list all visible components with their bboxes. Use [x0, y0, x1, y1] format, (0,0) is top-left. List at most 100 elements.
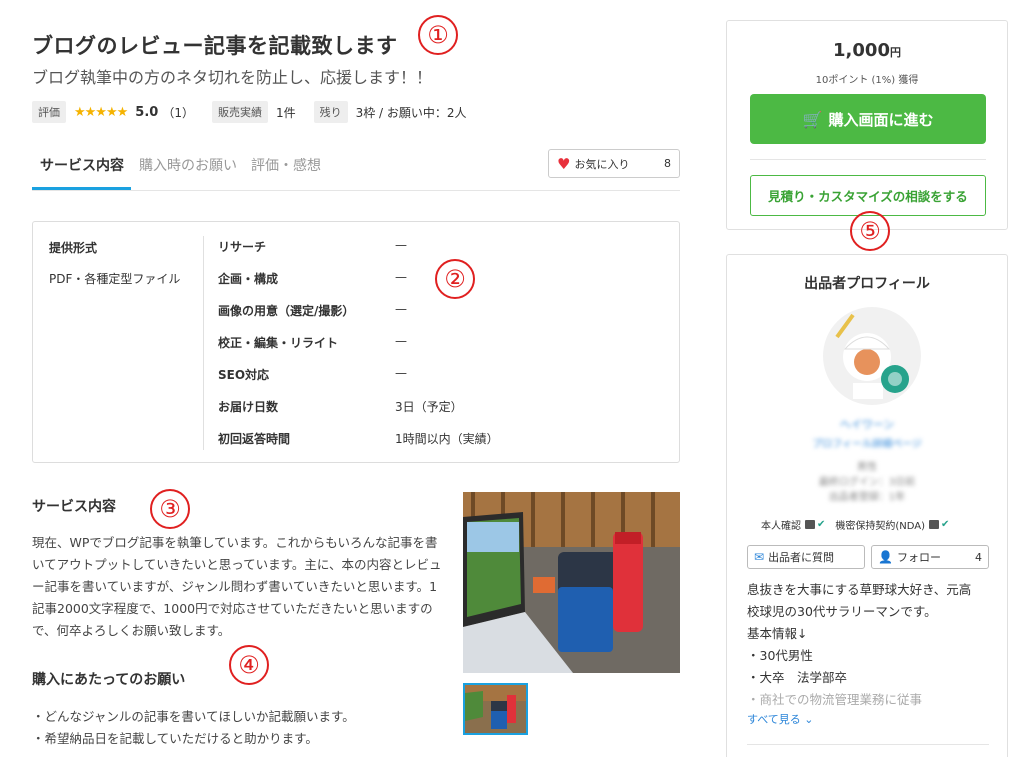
mail-icon: ✉: [754, 550, 765, 564]
ask-seller-button[interactable]: ✉ 出品者に質問: [747, 545, 865, 569]
chevron-down-icon: ⌄: [804, 713, 814, 726]
service-subtitle: ブログ執筆中の方のネタ切れを防止し、応援します！！: [32, 68, 433, 87]
tab-reviews[interactable]: 評価・感想: [251, 155, 321, 175]
favorite-button[interactable]: ♥ お気に入り 8: [548, 149, 680, 178]
service-image-thumbnail[interactable]: [463, 683, 528, 735]
tab-purchase-request[interactable]: 購入時のお願い: [139, 155, 237, 175]
buy-button[interactable]: 🛒 購入画面に進む: [750, 94, 986, 144]
spec-key: 初回返答時間: [218, 432, 291, 446]
seller-info-blurred: 男性: [857, 462, 877, 473]
bio-line: ・30代男性: [747, 648, 813, 663]
spec-key: お届け日数: [218, 400, 279, 414]
bio-line: ・商社での物流管理業務に従事: [747, 692, 923, 707]
price-value: 1,000: [833, 40, 890, 61]
seller-info-blurred: 出品者登録：1年: [828, 492, 906, 503]
purchase-panel: 1,000円 10ポイント (1%) 獲得 🛒 購入画面に進む 見積り・カスタマ…: [726, 20, 1008, 230]
seller-rank-blurred[interactable]: プロフィール詳細ページ: [727, 435, 1007, 450]
spec-row: リサーチ —: [218, 238, 407, 255]
tab-bar: サービス内容 購入時のお願い 評価・感想 ♥ お気に入り 8: [32, 145, 680, 191]
sales-value: 1件: [275, 105, 296, 120]
tab-service-content[interactable]: サービス内容: [40, 155, 124, 175]
list-item: ・希望納品日を記載していただけると助かります。: [32, 731, 318, 746]
spec-row: 企画・構成 —: [218, 270, 407, 287]
spec-value: —: [395, 366, 407, 380]
document-icon: [929, 520, 940, 529]
identity-verified-label: 本人確認: [761, 521, 801, 532]
rating-tag: 評価: [32, 101, 66, 123]
spec-key: リサーチ: [218, 240, 267, 254]
spec-value: 3日（予定）: [395, 400, 463, 414]
bio-line: ・大卒 法学部卒: [747, 670, 848, 685]
divider: [750, 159, 986, 160]
add-user-icon: 👤: [878, 550, 893, 564]
purchase-request-heading: 購入にあたってのお願い: [32, 672, 186, 688]
list-item: ・どんなジャンルの記事を書いてほしいか記載願います。: [32, 709, 355, 724]
service-content-heading: サービス内容: [32, 499, 116, 515]
spec-value: —: [395, 334, 407, 348]
remaining-tag: 残り: [313, 101, 348, 123]
see-all-label: すべて見る: [747, 713, 801, 726]
bio-line: 息抜きを大事にする草野球大好き、元高: [747, 582, 972, 597]
check-icon: ✔: [941, 519, 950, 530]
service-title: ブログのレビュー記事を記載致します: [32, 34, 398, 58]
annotation-2: ②: [435, 259, 475, 299]
spec-row: 初回返答時間 1時間以内（実績）: [218, 430, 499, 447]
format-label: 提供形式: [49, 241, 98, 255]
follow-count: 4: [975, 550, 982, 564]
price-currency: 円: [889, 46, 901, 59]
spec-divider: [203, 236, 204, 450]
spec-value: —: [395, 270, 407, 284]
format-value: PDF・各種定型ファイル: [49, 272, 181, 286]
bio-line: 基本情報↓: [747, 626, 808, 641]
points-earned: 10ポイント (1%) 獲得: [815, 75, 919, 86]
nda-label: 機密保持契約(NDA): [835, 521, 926, 532]
spec-row: 校正・編集・リライト —: [218, 334, 407, 351]
cart-icon: 🛒: [802, 109, 823, 129]
follow-button[interactable]: 👤 フォロー 4: [871, 545, 989, 569]
spec-value: —: [395, 238, 407, 252]
spec-key: SEO対応: [218, 368, 270, 382]
price: 1,000円: [727, 40, 1007, 61]
verification-row: 本人確認 ✔ 機密保持契約(NDA) ✔: [761, 517, 959, 532]
annotation-1: ①: [418, 15, 458, 55]
seller-profile-panel: 出品者プロフィール ヘイワーン プロフィール詳細ページ 男性 最終ログイン：3日…: [726, 254, 1008, 757]
purchase-request-list: ・どんなジャンルの記事を書いてほしいか記載願います。 ・希望納品日を記載していた…: [32, 706, 355, 750]
spec-key: 画像の用意（選定/撮影）: [218, 304, 355, 318]
seller-name-blurred[interactable]: ヘイワーン: [727, 416, 1007, 432]
spec-value: 1時間以内（実績）: [395, 432, 499, 446]
divider: [747, 744, 989, 745]
profile-title: 出品者プロフィール: [804, 276, 930, 292]
spec-row: お届け日数 3日（予定）: [218, 398, 463, 415]
spec-key: 企画・構成: [218, 272, 279, 286]
service-meta: 評価 ★★★★★ 5.0 （1） 販売実績 1件 残り 3枠 / お願い中：2人: [32, 101, 485, 123]
favorite-label: お気に入り: [574, 157, 630, 171]
spec-table: 提供形式 PDF・各種定型ファイル リサーチ — 企画・構成 — 画像の用意（選定/…: [32, 221, 680, 463]
favorite-count: 8: [664, 157, 671, 170]
annotation-3: ③: [150, 489, 190, 529]
active-tab-indicator: [32, 187, 131, 190]
bio-line: 校球児の30代サラリーマンです。: [747, 604, 937, 619]
rating-value: 5.0: [135, 104, 159, 120]
remaining-value: 3枠 / お願い中：2人: [355, 105, 467, 120]
annotation-4: ④: [229, 645, 269, 685]
see-all-link[interactable]: すべて見る ⌄: [747, 711, 814, 727]
check-icon: ✔: [817, 519, 826, 530]
service-main-image[interactable]: [463, 492, 680, 673]
id-card-icon: [805, 520, 815, 529]
rating-stars-icon: ★★★★★: [74, 104, 128, 120]
service-description: 現在、WPでブログ記事を執筆しています。これからもいろんな記事を書いてアウトプッ…: [32, 535, 442, 638]
sales-tag: 販売実績: [211, 101, 268, 123]
ask-seller-label: 出品者に質問: [768, 551, 835, 564]
spec-row: SEO対応 —: [218, 366, 407, 383]
rating-count[interactable]: （1）: [162, 104, 194, 121]
avatar[interactable]: [823, 307, 921, 405]
buy-button-label: 購入画面に進む: [828, 110, 934, 129]
spec-key: 校正・編集・リライト: [218, 336, 339, 350]
annotation-5: ⑤: [850, 211, 890, 251]
seller-bio: 息抜きを大事にする草野球大好き、元高 校球児の30代サラリーマンです。 基本情報…: [747, 579, 997, 711]
seller-info-blurred: 最終ログイン：3日前: [818, 477, 916, 488]
consult-button[interactable]: 見積り・カスタマイズの相談をする: [750, 175, 986, 216]
spec-row: 画像の用意（選定/撮影） —: [218, 302, 407, 319]
follow-label: フォロー: [896, 551, 941, 564]
heart-icon: ♥: [557, 154, 571, 173]
